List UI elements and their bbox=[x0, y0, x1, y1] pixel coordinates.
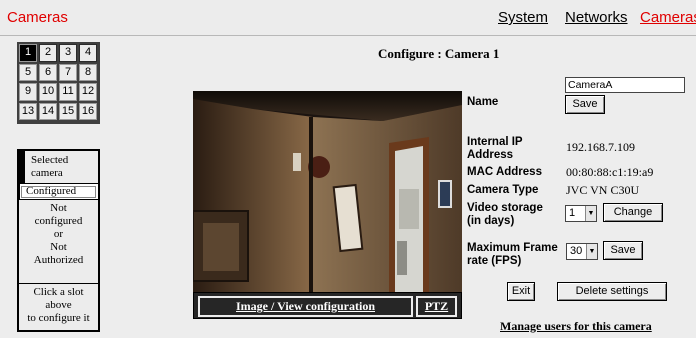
mac-value: 00:80:88:c1:19:a9 bbox=[566, 165, 654, 179]
camera-slot[interactable]: 6 bbox=[39, 63, 57, 81]
camera-name-input[interactable] bbox=[565, 77, 685, 93]
slot-legend: Selected camera Configured Not configure… bbox=[17, 149, 100, 332]
app-title: Cameras bbox=[7, 9, 68, 26]
delete-settings-button[interactable]: Delete settings bbox=[557, 282, 667, 301]
video-storage-label: Video storage (in days) bbox=[467, 202, 543, 228]
max-frame-rate-label-line: Maximum Frame bbox=[467, 242, 558, 254]
camera-slot[interactable]: 9 bbox=[19, 83, 37, 101]
image-view-config-link[interactable]: Image / View configuration bbox=[198, 296, 413, 317]
legend-not-configured: Not configured or Not Authorized bbox=[19, 200, 98, 284]
video-storage-label-line: (in days) bbox=[467, 215, 515, 227]
camera-slot[interactable]: 1 bbox=[19, 44, 37, 62]
camera-slot[interactable]: 5 bbox=[19, 63, 37, 81]
manage-users-link[interactable]: Manage users for this camera bbox=[500, 319, 652, 334]
ip-label-line: Address bbox=[467, 149, 514, 161]
legend-line: above bbox=[45, 299, 72, 311]
camera-snapshot bbox=[193, 91, 462, 319]
legend-line: to configure it bbox=[27, 312, 90, 324]
ip-label: Internal IP Address bbox=[467, 136, 523, 162]
change-storage-button[interactable]: Change bbox=[603, 203, 663, 222]
legend-configured: Configured bbox=[19, 184, 98, 200]
page-title: Configure : Camera 1 bbox=[378, 46, 500, 61]
name-label: Name bbox=[467, 96, 499, 108]
legend-line: Authorized bbox=[33, 254, 84, 266]
camera-view-toolbar: Image / View configuration PTZ bbox=[193, 292, 462, 319]
legend-line: Click a slot bbox=[33, 286, 84, 298]
camera-slot[interactable]: 15 bbox=[59, 102, 77, 120]
mac-label: MAC Address bbox=[467, 166, 542, 178]
legend-hint: Click a slot above to configure it bbox=[19, 284, 98, 330]
camera-slot[interactable]: 14 bbox=[39, 102, 57, 120]
camera-slot[interactable]: 13 bbox=[19, 102, 37, 120]
legend-line: configured bbox=[34, 215, 83, 227]
nav-system-link[interactable]: System bbox=[498, 9, 548, 26]
legend-selected: Selected camera bbox=[19, 151, 98, 184]
legend-selected-line: Selected bbox=[31, 154, 69, 166]
max-frame-rate-label: Maximum Frame rate (FPS) bbox=[467, 242, 558, 268]
video-storage-selected-value: 1 bbox=[569, 207, 576, 219]
top-bar: Cameras System Networks Cameras bbox=[0, 0, 696, 36]
camera-snapshot-image bbox=[193, 91, 462, 319]
legend-line: or bbox=[53, 228, 64, 240]
ptz-link[interactable]: PTZ bbox=[416, 296, 457, 317]
legend-selected-line: camera bbox=[31, 167, 63, 179]
camera-slot[interactable]: 10 bbox=[39, 83, 57, 101]
ip-value: 192.168.7.109 bbox=[566, 140, 635, 154]
chevron-down-icon[interactable]: ▼ bbox=[585, 206, 596, 221]
camera-slot[interactable]: 11 bbox=[59, 83, 77, 101]
camera-slot[interactable]: 3 bbox=[59, 44, 77, 62]
camera-slot[interactable]: 12 bbox=[79, 83, 97, 101]
video-storage-label-line: Video storage bbox=[467, 202, 543, 214]
frame-rate-selected-value: 30 bbox=[570, 245, 583, 257]
camera-slot[interactable]: 7 bbox=[59, 63, 77, 81]
chevron-down-icon[interactable]: ▼ bbox=[586, 244, 597, 259]
camera-slot[interactable]: 2 bbox=[39, 44, 57, 62]
save-frame-rate-button[interactable]: Save bbox=[603, 241, 643, 260]
max-frame-rate-label-line: rate (FPS) bbox=[467, 255, 522, 267]
exit-button[interactable]: Exit bbox=[507, 282, 535, 301]
legend-line: Not bbox=[50, 241, 67, 253]
camera-slot[interactable]: 16 bbox=[79, 102, 97, 120]
nav-cameras-link[interactable]: Cameras bbox=[640, 9, 696, 26]
camera-slot-grid: 1 2 3 4 5 6 7 8 9 10 11 12 13 14 15 16 bbox=[17, 42, 100, 124]
camera-slot[interactable]: 8 bbox=[79, 63, 97, 81]
legend-line: Not bbox=[50, 202, 67, 214]
frame-rate-select[interactable]: 30 ▼ bbox=[566, 243, 598, 260]
camera-slot[interactable]: 4 bbox=[79, 44, 97, 62]
nav-networks-link[interactable]: Networks bbox=[565, 9, 628, 26]
camera-type-value: JVC VN C30U bbox=[566, 183, 640, 197]
video-storage-select[interactable]: 1 ▼ bbox=[565, 205, 597, 222]
save-name-button[interactable]: Save bbox=[565, 95, 605, 114]
ip-label-line: Internal IP bbox=[467, 136, 523, 148]
camera-type-label: Camera Type bbox=[467, 184, 539, 196]
